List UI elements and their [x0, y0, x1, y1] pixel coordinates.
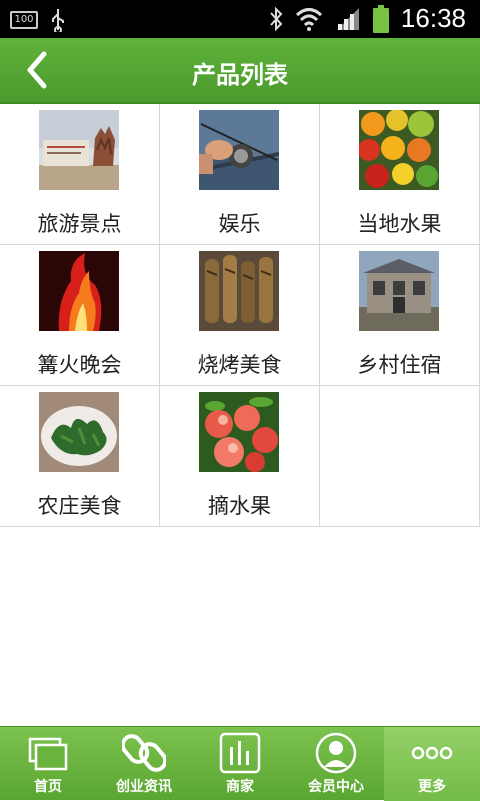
empty-cell — [320, 386, 480, 526]
product-item-lodging[interactable]: 乡村住宿 — [320, 245, 480, 385]
wifi-icon — [295, 7, 322, 31]
bluetooth-icon — [270, 6, 283, 31]
product-item-entertainment[interactable]: 娱乐 — [160, 104, 320, 244]
tab-more[interactable]: 更多 — [384, 727, 480, 801]
battery-percent-icon: 100 — [10, 11, 38, 29]
bottom-tab-bar: 首页 创业资讯 商家 会员中心 更多 — [0, 726, 480, 801]
fruit-picking-image — [199, 392, 279, 472]
tab-member-center[interactable]: 会员中心 — [288, 727, 384, 801]
product-label: 农庄美食 — [37, 494, 122, 518]
product-item-bonfire[interactable]: 篝火晚会 — [0, 245, 160, 385]
grid-row: 农庄美食 摘水果 — [0, 386, 480, 527]
farm-food-image — [39, 392, 119, 472]
product-item-fruit-picking[interactable]: 摘水果 — [160, 386, 320, 526]
status-bar: 100 16:38 — [0, 0, 480, 38]
product-label: 乡村住宿 — [357, 353, 442, 377]
tab-label: 更多 — [418, 779, 446, 795]
usb-icon — [52, 9, 64, 32]
tab-label: 商家 — [226, 779, 254, 795]
grid-row: 篝火晚会 烧烤美食 乡村住宿 — [0, 245, 480, 386]
link-icon — [122, 734, 166, 772]
product-item-local-fruit[interactable]: 当地水果 — [320, 104, 480, 244]
product-label: 旅游景点 — [37, 212, 122, 236]
page-title: 产品列表 — [192, 61, 288, 89]
battery-charging-icon — [372, 4, 389, 33]
entertainment-image — [199, 110, 279, 190]
product-item-scenic[interactable]: 旅游景点 — [0, 104, 160, 244]
tab-label: 会员中心 — [308, 779, 364, 795]
tab-business-news[interactable]: 创业资讯 — [96, 727, 192, 801]
tab-label: 首页 — [34, 779, 62, 795]
scenic-spot-image — [39, 110, 119, 190]
product-item-farm-food[interactable]: 农庄美食 — [0, 386, 160, 526]
product-item-bbq[interactable]: 烧烤美食 — [160, 245, 320, 385]
product-label: 当地水果 — [357, 212, 442, 236]
product-label: 篝火晚会 — [37, 353, 122, 377]
grid-row: 旅游景点 娱乐 当地水果 — [0, 104, 480, 245]
tab-merchants[interactable]: 商家 — [192, 727, 288, 801]
bonfire-image — [39, 251, 119, 331]
title-bar: 产品列表 — [0, 38, 480, 104]
tab-home[interactable]: 首页 — [0, 727, 96, 801]
bbq-image — [199, 251, 279, 331]
lodging-image — [359, 251, 439, 331]
signal-icon — [336, 7, 359, 30]
clock: 16:38 — [400, 3, 466, 33]
pages-icon — [28, 737, 68, 771]
product-label: 摘水果 — [208, 494, 271, 518]
more-icon — [411, 746, 453, 760]
tab-label: 创业资讯 — [116, 779, 172, 795]
product-label: 烧烤美食 — [197, 353, 282, 377]
product-label: 娱乐 — [218, 212, 261, 236]
user-icon — [315, 732, 357, 774]
product-grid: 旅游景点 娱乐 当地水果 篝火晚会 烧烤美食 乡村住宿 农庄美食 摘水果 — [0, 104, 480, 527]
bar-chart-icon — [219, 732, 261, 774]
local-fruit-image — [359, 110, 439, 190]
